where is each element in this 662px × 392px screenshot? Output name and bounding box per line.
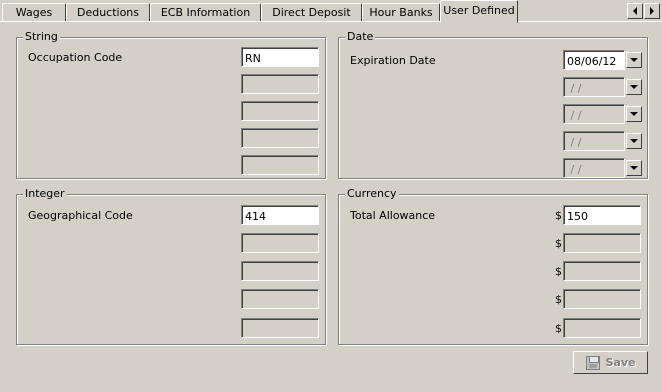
date-field-1[interactable]	[563, 50, 625, 70]
date-dropdown-button-1[interactable]	[626, 52, 642, 68]
date-group-title: Date	[345, 30, 376, 44]
currency-field-2[interactable]	[563, 233, 641, 253]
integer-field-3[interactable]	[241, 261, 319, 281]
date-dropdown-button-2[interactable]	[626, 79, 642, 95]
string-group-title: String	[23, 30, 60, 44]
save-button[interactable]: Save	[573, 351, 648, 374]
date-field-3[interactable]	[563, 104, 625, 124]
tab-wages[interactable]: Wages	[2, 3, 66, 22]
integer-field-4[interactable]	[241, 289, 319, 309]
date-field-4[interactable]	[563, 131, 625, 151]
date-field-5[interactable]	[563, 158, 625, 178]
integer-field-1[interactable]	[241, 205, 319, 225]
floppy-disk-icon	[585, 355, 600, 370]
string-field-4[interactable]	[241, 128, 319, 148]
currency-symbol-2: $	[555, 237, 562, 250]
string-field-5[interactable]	[241, 155, 319, 175]
tab-scroll-right-button[interactable]	[644, 3, 660, 19]
total-allowance-label: Total Allowance	[350, 209, 436, 222]
geographical-code-label: Geographical Code	[28, 209, 133, 222]
currency-symbol-5: $	[555, 322, 562, 335]
date-field-2[interactable]	[563, 77, 625, 97]
tab-deductions[interactable]: Deductions	[66, 3, 150, 22]
currency-group: Currency Total Allowance $ $ $ $ $	[338, 187, 648, 345]
date-dropdown-button-3[interactable]	[626, 106, 642, 122]
date-picker-1[interactable]	[563, 50, 643, 70]
string-field-2[interactable]	[241, 74, 319, 94]
expiration-date-label: Expiration Date	[350, 54, 436, 67]
currency-symbol-1: $	[555, 209, 562, 222]
arrow-right-icon	[650, 7, 654, 15]
date-picker-3[interactable]	[563, 104, 643, 124]
chevron-down-icon	[630, 85, 638, 89]
string-field-1[interactable]	[241, 47, 319, 67]
integer-group-title: Integer	[23, 187, 67, 201]
arrow-left-icon	[633, 7, 637, 15]
currency-field-1[interactable]	[563, 205, 641, 225]
save-button-label: Save	[605, 356, 636, 369]
tab-bar: Wages Deductions ECB Information Direct …	[0, 0, 662, 23]
tab-direct-deposit[interactable]: Direct Deposit	[261, 3, 362, 22]
tab-panel-edge	[0, 21, 662, 22]
integer-field-2[interactable]	[241, 233, 319, 253]
chevron-down-icon	[630, 166, 638, 170]
chevron-down-icon	[630, 58, 638, 62]
currency-field-3[interactable]	[563, 261, 641, 281]
occupation-code-label: Occupation Code	[28, 51, 123, 64]
date-picker-2[interactable]	[563, 77, 643, 97]
tab-ecb-information[interactable]: ECB Information	[150, 3, 261, 22]
currency-symbol-4: $	[555, 293, 562, 306]
date-picker-5[interactable]	[563, 158, 643, 178]
chevron-down-icon	[630, 112, 638, 116]
currency-field-5[interactable]	[563, 318, 641, 338]
integer-group: Integer Geographical Code	[16, 187, 326, 345]
tab-scroll-left-button[interactable]	[627, 3, 643, 19]
currency-group-title: Currency	[345, 187, 399, 201]
chevron-down-icon	[630, 139, 638, 143]
date-dropdown-button-4[interactable]	[626, 133, 642, 149]
string-field-3[interactable]	[241, 101, 319, 121]
tab-user-defined[interactable]: User Defined	[440, 0, 518, 23]
currency-field-4[interactable]	[563, 289, 641, 309]
date-dropdown-button-5[interactable]	[626, 160, 642, 176]
date-group: Date Expiration Date	[338, 30, 648, 179]
tab-hour-banks[interactable]: Hour Banks	[362, 3, 440, 22]
integer-field-5[interactable]	[241, 318, 319, 338]
string-group: String Occupation Code	[16, 30, 326, 179]
currency-symbol-3: $	[555, 265, 562, 278]
date-picker-4[interactable]	[563, 131, 643, 151]
